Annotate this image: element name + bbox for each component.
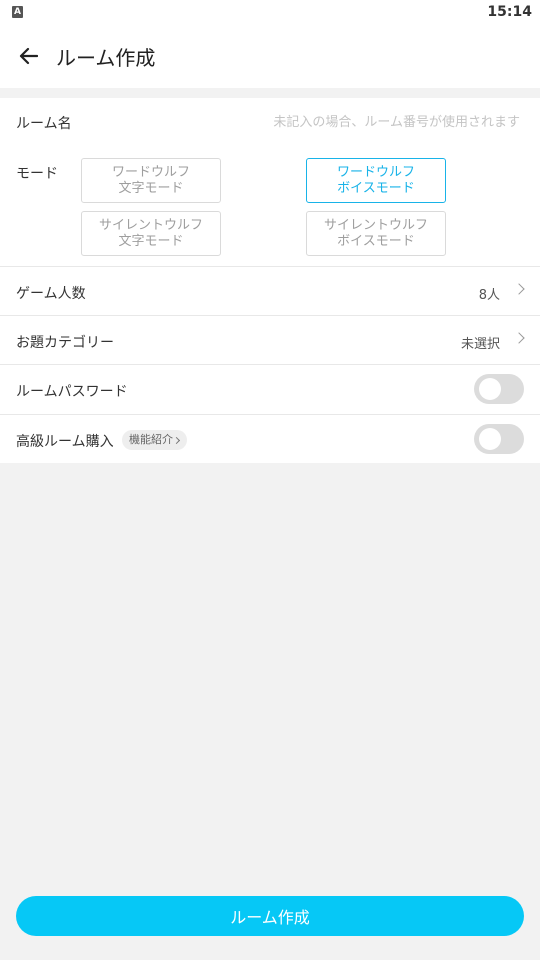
player-count-label: ゲーム人数 xyxy=(16,286,86,302)
room-settings-form: ルーム名 モード ワードウルフ 文字モード ワードウルフ ボイスモード サイレン… xyxy=(0,98,540,463)
page-title: ルーム作成 xyxy=(56,46,156,70)
room-password-label: ルームパスワード xyxy=(16,384,128,400)
app-header: ルーム作成 xyxy=(0,24,540,88)
room-password-toggle[interactable] xyxy=(474,374,524,404)
feature-intro-badge[interactable]: 機能紹介 xyxy=(122,430,187,450)
feature-intro-label: 機能紹介 xyxy=(129,433,173,446)
back-button[interactable] xyxy=(10,40,46,72)
toggle-knob xyxy=(479,378,501,400)
arrow-left-icon xyxy=(19,47,38,65)
topic-category-value: 未選択 xyxy=(460,337,500,352)
room-name-row: ルーム名 xyxy=(0,98,540,146)
player-count-row[interactable]: ゲーム人数 8人 xyxy=(0,267,540,316)
premium-room-label: 高級ルーム購入 xyxy=(16,434,114,450)
mode-option-line2: ボイスモード xyxy=(337,180,415,196)
premium-room-row: 高級ルーム購入 機能紹介 xyxy=(0,415,540,464)
mode-option-wordwolf-voice[interactable]: ワードウルフ ボイスモード xyxy=(306,158,446,203)
room-password-row: ルームパスワード xyxy=(0,365,540,414)
toggle-knob xyxy=(479,428,501,450)
room-name-input[interactable] xyxy=(220,110,520,134)
create-room-button[interactable]: ルーム作成 xyxy=(16,896,524,936)
mode-option-line1: サイレントウルフ xyxy=(98,217,203,233)
mode-label: モード xyxy=(16,166,58,182)
app-notification-icon: A xyxy=(12,6,23,18)
mode-option-silentwolf-voice[interactable]: サイレントウルフ ボイスモード xyxy=(306,211,446,256)
mode-option-line1: ワードウルフ xyxy=(111,164,190,180)
mode-option-silentwolf-text[interactable]: サイレントウルフ 文字モード xyxy=(81,211,221,256)
chevron-right-icon xyxy=(513,332,525,344)
mode-option-line2: 文字モード xyxy=(118,233,184,249)
player-count-value: 8人 xyxy=(478,288,500,303)
status-time: 15:14 xyxy=(487,4,532,20)
topic-category-row[interactable]: お題カテゴリー 未選択 xyxy=(0,316,540,365)
topic-category-label: お題カテゴリー xyxy=(16,335,114,351)
room-name-label: ルーム名 xyxy=(16,116,72,132)
chevron-right-icon xyxy=(513,283,525,295)
mode-option-line1: サイレントウルフ xyxy=(323,217,428,233)
status-bar: A 15:14 xyxy=(0,0,540,24)
premium-room-toggle[interactable] xyxy=(474,424,524,454)
mode-option-line2: 文字モード xyxy=(118,180,184,196)
chevron-right-icon xyxy=(172,436,181,444)
mode-option-line1: ワードウルフ xyxy=(336,164,415,180)
mode-option-wordwolf-text[interactable]: ワードウルフ 文字モード xyxy=(81,158,221,203)
mode-option-line2: ボイスモード xyxy=(337,233,415,249)
